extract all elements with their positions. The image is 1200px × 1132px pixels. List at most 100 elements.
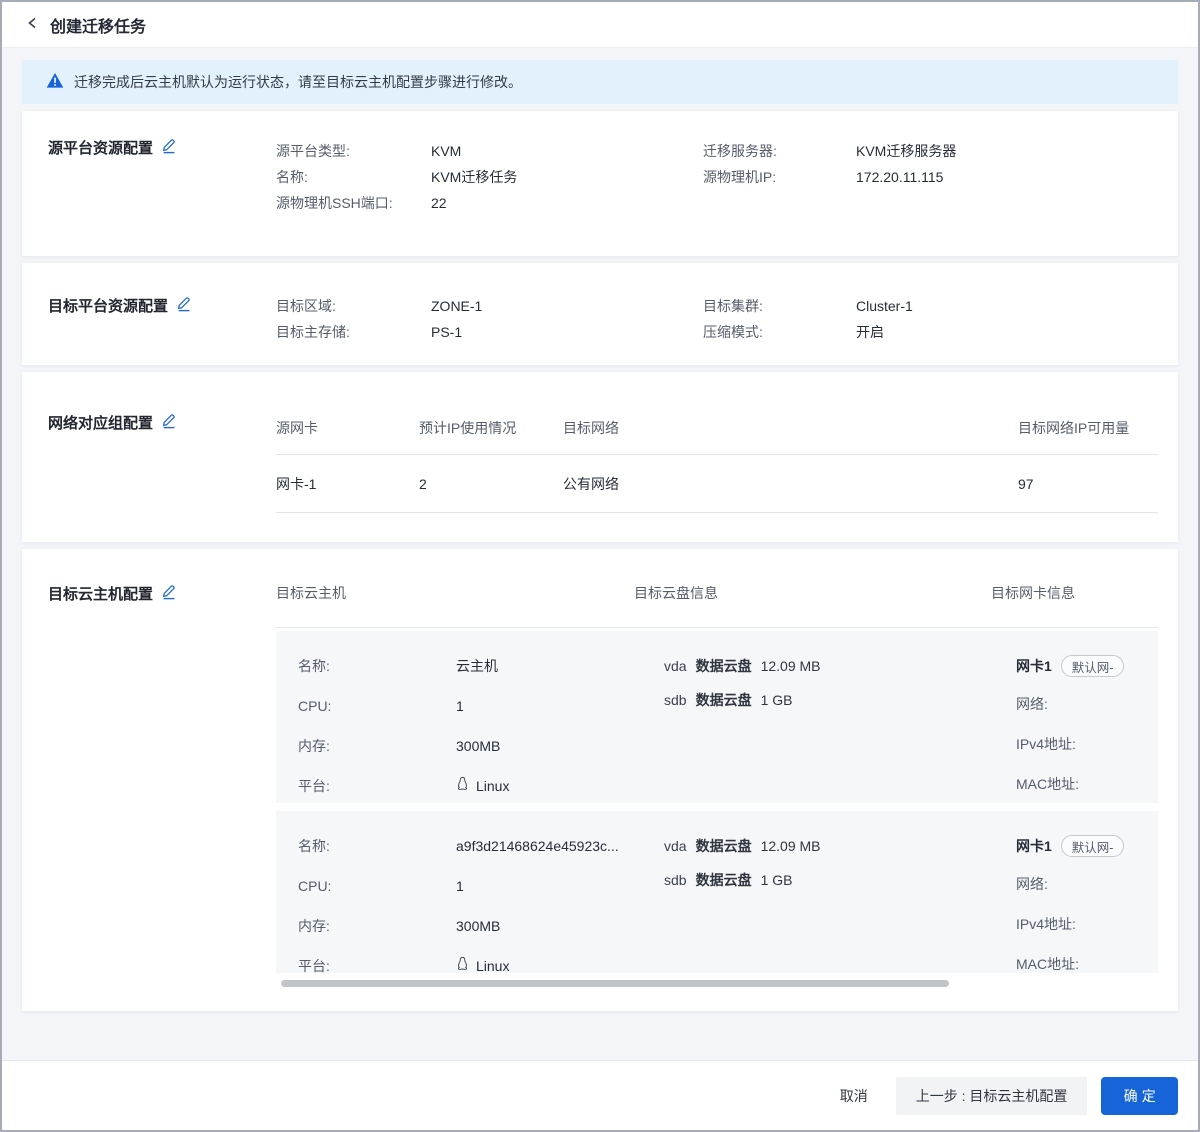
field-value: 22 xyxy=(431,190,447,216)
vm-cpu-value: 1 xyxy=(456,695,464,717)
disk-type: 数据云盘 xyxy=(696,869,752,891)
disk-device: vda xyxy=(664,835,687,857)
field-value: PS-1 xyxy=(431,319,462,345)
field-row: 迁移服务器: KVM迁移服务器 xyxy=(703,138,1178,164)
default-network-badge: 默认网- xyxy=(1061,655,1125,677)
disk-device: sdb xyxy=(664,689,687,711)
table-header-row: 源网卡 预计IP使用情况 目标网络 目标网络IP可用量 xyxy=(276,418,1158,454)
field-row: 源平台类型: KVM xyxy=(276,138,703,164)
cell-ip-usage: 2 xyxy=(419,476,563,492)
vm-memory-value: 300MB xyxy=(456,915,500,937)
confirm-button[interactable]: 确定 xyxy=(1101,1077,1178,1115)
section-title-target-vm: 目标云主机配置 xyxy=(48,583,153,604)
field-row: 名称: KVM迁移任务 xyxy=(276,164,703,190)
cell-source-nic: 网卡-1 xyxy=(276,474,419,494)
edit-target-vm-button[interactable] xyxy=(161,583,177,604)
field-row: CPU: 1 xyxy=(298,875,664,897)
field-value: 开启 xyxy=(856,319,884,345)
field-label: 平台: xyxy=(298,775,456,797)
column-header: 目标网络 xyxy=(563,418,1018,438)
nic-field-label: MAC地址: xyxy=(1016,953,1158,973)
cell-ip-available: 97 xyxy=(1018,476,1158,492)
field-value: 172.20.11.115 xyxy=(856,164,943,190)
info-banner: 迁移完成后云主机默认为运行状态，请至目标云主机配置步骤进行修改。 xyxy=(22,60,1178,104)
vm-cpu-value: 1 xyxy=(456,875,464,897)
column-header: 目标云盘信息 xyxy=(634,583,991,603)
create-migration-task-page: 创建迁移任务 迁移完成后云主机默认为运行状态，请至目标云主机配置步骤进行修改。 … xyxy=(0,0,1200,1132)
section-title-network-group: 网络对应组配置 xyxy=(48,412,153,433)
vm-row: 名称: a9f3d21468624e45923c... CPU: 1 内存: 3… xyxy=(276,811,1158,973)
chevron-left-icon xyxy=(26,16,40,33)
nic-field-label: MAC地址: xyxy=(1016,773,1158,795)
vm-platform-value: Linux xyxy=(476,775,509,797)
edit-pencil-icon xyxy=(161,412,177,433)
disk-size: 12.09 MB xyxy=(761,835,821,857)
nic-field-label: 网络: xyxy=(1016,693,1158,715)
field-value: Cluster-1 xyxy=(856,293,913,319)
cancel-button[interactable]: 取消 xyxy=(826,1078,882,1114)
field-row: 平台: Linux xyxy=(298,955,664,973)
nic-field-label: 网络: xyxy=(1016,873,1158,895)
column-header: 目标网络IP可用量 xyxy=(1018,418,1158,438)
column-header: 预计IP使用情况 xyxy=(419,418,563,438)
vm-row: 名称: 云主机 CPU: 1 内存: 300MB 平台: xyxy=(276,631,1158,803)
field-label: 名称: xyxy=(298,835,456,857)
edit-pencil-icon xyxy=(161,583,177,604)
section-title-target-platform: 目标平台资源配置 xyxy=(48,295,168,316)
column-header: 源网卡 xyxy=(276,418,419,438)
field-label: CPU: xyxy=(298,875,456,897)
field-row: 名称: 云主机 xyxy=(298,655,664,677)
field-label: 名称: xyxy=(298,655,456,677)
edit-pencil-icon xyxy=(176,295,192,316)
column-header: 目标网卡信息 xyxy=(991,583,1158,603)
field-label: 名称: xyxy=(276,164,431,190)
field-label: 源平台类型: xyxy=(276,138,431,164)
vm-memory-value: 300MB xyxy=(456,735,500,757)
previous-step-button[interactable]: 上一步 : 目标云主机配置 xyxy=(896,1077,1088,1115)
target-vm-section: 目标云主机配置 目标云主机 目标云盘信息 目标网卡信息 xyxy=(22,549,1178,1011)
page-header: 创建迁移任务 xyxy=(2,2,1198,48)
nic-header: 网卡1 默认网- xyxy=(1016,655,1158,677)
column-header: 目标云主机 xyxy=(276,583,634,603)
field-row: 目标主存储: PS-1 xyxy=(276,319,703,345)
network-mapping-table: 源网卡 预计IP使用情况 目标网络 目标网络IP可用量 网卡-1 2 公有网络 … xyxy=(276,372,1178,542)
disk-size: 1 GB xyxy=(761,869,793,891)
field-label: 平台: xyxy=(298,955,456,973)
linux-penguin-icon xyxy=(456,955,469,973)
nic-field-label: IPv4地址: xyxy=(1016,913,1158,935)
field-row: 目标集群: Cluster-1 xyxy=(703,293,1178,319)
footer-actions: 取消 上一步 : 目标云主机配置 确定 xyxy=(2,1060,1198,1130)
edit-source-button[interactable] xyxy=(161,137,177,158)
disk-item: vda 数据云盘 12.09 MB xyxy=(664,655,1016,677)
disk-device: sdb xyxy=(664,869,687,891)
vm-platform-value: Linux xyxy=(476,955,509,973)
horizontal-scrollbar[interactable] xyxy=(281,980,949,987)
edit-target-platform-button[interactable] xyxy=(176,295,192,316)
edit-pencil-icon xyxy=(161,137,177,158)
vm-name-value: a9f3d21468624e45923c... xyxy=(456,835,619,857)
vm-name-value: 云主机 xyxy=(456,655,498,677)
disk-size: 12.09 MB xyxy=(761,655,821,677)
field-value: KVM迁移任务 xyxy=(431,164,517,190)
field-value: KVM xyxy=(431,138,461,164)
disk-type: 数据云盘 xyxy=(696,835,752,857)
back-button[interactable] xyxy=(26,16,40,33)
edit-network-group-button[interactable] xyxy=(161,412,177,433)
field-row: 目标区域: ZONE-1 xyxy=(276,293,703,319)
nic-header: 网卡1 默认网- xyxy=(1016,835,1158,857)
field-row: 名称: a9f3d21468624e45923c... xyxy=(298,835,664,857)
field-row: 压缩模式: 开启 xyxy=(703,319,1178,345)
table-row: 网卡-1 2 公有网络 97 xyxy=(276,455,1158,512)
linux-penguin-icon xyxy=(456,775,469,797)
nic-field-label: IPv4地址: xyxy=(1016,733,1158,755)
disk-item: sdb 数据云盘 1 GB xyxy=(664,689,1016,711)
page-title: 创建迁移任务 xyxy=(50,13,146,37)
field-row: 源物理机SSH端口: 22 xyxy=(276,190,703,216)
field-label: 目标区域: xyxy=(276,293,431,319)
cell-target-network: 公有网络 xyxy=(563,474,1018,494)
network-group-section: 网络对应组配置 源网卡 预计IP使用情况 目标网络 目标网络IP可用量 xyxy=(22,372,1178,542)
field-label: CPU: xyxy=(298,695,456,717)
section-title-source: 源平台资源配置 xyxy=(48,137,153,158)
target-platform-section: 目标平台资源配置 目标区域: ZONE-1 目标主存储: xyxy=(22,263,1178,365)
field-label: 内存: xyxy=(298,735,456,757)
